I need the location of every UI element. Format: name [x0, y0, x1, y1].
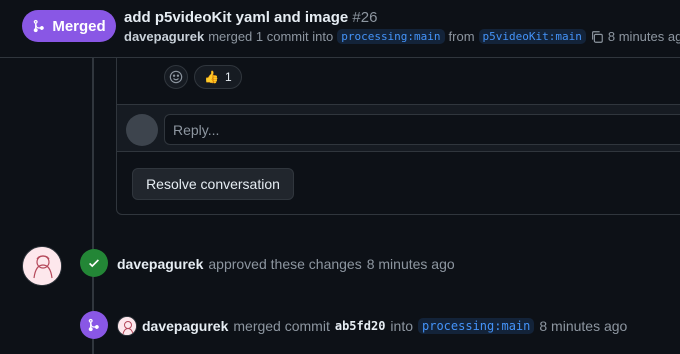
merge-event-badge: [80, 311, 108, 339]
base-branch-link[interactable]: processing:main: [337, 29, 445, 44]
approved-badge: [80, 249, 108, 277]
copy-icon[interactable]: [590, 30, 604, 44]
resolve-conversation-button[interactable]: Resolve conversation: [132, 168, 294, 200]
merge-text-b: into: [390, 318, 413, 334]
avatar[interactable]: [117, 316, 137, 336]
merge-event: davepagurek merged commit ab5fd20 into p…: [117, 316, 627, 336]
avatar-drawing: [23, 247, 61, 285]
reaction-count: 1: [224, 70, 232, 84]
merged-state-badge: Merged: [22, 10, 116, 42]
check-icon: [89, 259, 99, 268]
smiley-icon: [169, 70, 183, 84]
approve-author-link[interactable]: davepagurek: [117, 256, 203, 272]
avatar: [126, 114, 158, 146]
merge-text-a: merged commit: [233, 318, 330, 334]
reactions-row: 👍 1: [164, 65, 242, 89]
pr-meta: davepagurek merged 1 commit into process…: [124, 29, 680, 44]
pr-title: add p5videoKit yaml and image #26: [124, 9, 377, 26]
merge-branch-link[interactable]: processing:main: [418, 318, 535, 334]
thumbs-up-icon: 👍: [204, 70, 219, 84]
approve-event: davepagurek approved these changes 8 min…: [117, 256, 455, 272]
git-merge-icon: [34, 19, 45, 33]
merge-time[interactable]: 8 minutes ago: [539, 318, 627, 334]
pr-merged-text: merged 1 commit into: [208, 29, 334, 44]
thumbs-up-reaction[interactable]: 👍 1: [194, 65, 242, 89]
avatar-drawing: [118, 317, 136, 335]
git-merge-icon: [88, 318, 99, 332]
avatar[interactable]: [22, 246, 62, 286]
reply-input[interactable]: Reply...: [164, 114, 680, 145]
commit-sha-link[interactable]: ab5fd20: [335, 319, 386, 333]
head-branch-link[interactable]: p5videoKit:main: [478, 29, 586, 44]
pr-author-link[interactable]: davepagurek: [124, 29, 204, 44]
add-reaction-button[interactable]: [164, 65, 188, 89]
pr-time: 8 minutes ago: [607, 29, 680, 44]
merged-state-label: Merged: [52, 17, 106, 35]
approve-text: approved these changes: [208, 256, 362, 272]
pr-header: Merged add p5videoKit yaml and image #26…: [0, 0, 680, 58]
pr-number: #26: [352, 9, 378, 26]
pr-title-text: add p5videoKit yaml and image: [124, 9, 349, 26]
pr-from-text: from: [448, 29, 475, 44]
approve-time[interactable]: 8 minutes ago: [367, 256, 455, 272]
merge-author-link[interactable]: davepagurek: [142, 318, 228, 334]
timeline-connector: [92, 58, 94, 354]
